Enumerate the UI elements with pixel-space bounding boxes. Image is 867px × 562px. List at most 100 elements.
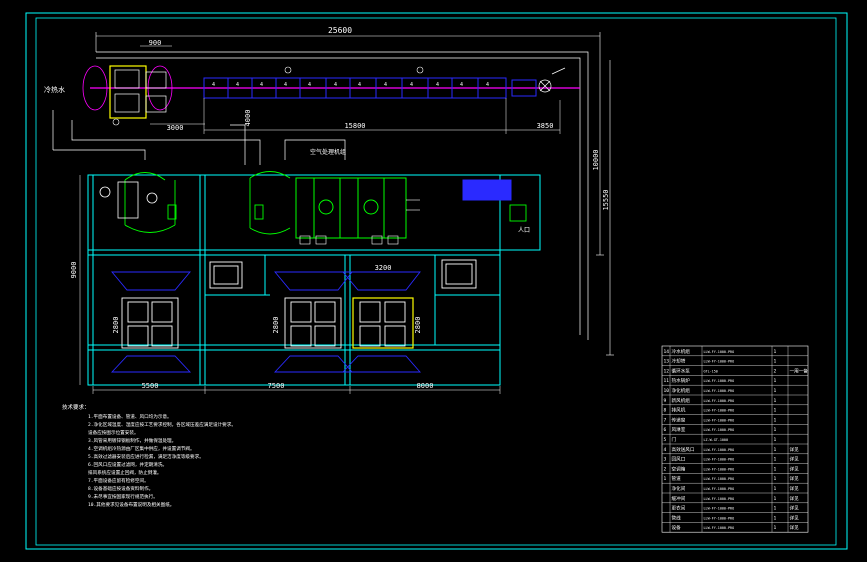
marker-circle-top2 — [416, 66, 424, 74]
table-cell: 详见 — [790, 485, 800, 492]
dim-2800-mid: 2800 — [272, 317, 280, 334]
table-cell: 热水锅炉 — [672, 377, 691, 384]
table-cell: 1 — [774, 359, 777, 365]
dim-15550: 15550 — [602, 189, 610, 210]
note-line: 排风系统应设置止回阀，防止倒灌。 — [88, 469, 162, 476]
svg-text:4: 4 — [308, 82, 311, 88]
table-cell: 1 — [774, 506, 777, 512]
table-cell: LLW-FY-1000-PRO — [704, 467, 735, 471]
table-cell: 1 — [774, 408, 777, 414]
table-cell: 1 — [774, 349, 777, 355]
table-cell: 3 — [664, 457, 667, 463]
table-cell: LLW-FY-1000-PRO — [704, 418, 735, 422]
note-line: 2.净化区域温度、湿度应按工艺要求控制，各区域压差应满足设计要求。 — [88, 421, 236, 428]
table-cell: LLW-FY-1000-PRO — [704, 516, 735, 520]
table-cell: 新风机组 — [672, 397, 691, 404]
table-cell: 传递窗 — [672, 416, 686, 423]
lower-room-2-hepa[interactable] — [284, 297, 342, 349]
note-line: 10.其他要求见设备布置说明及相关图纸。 — [88, 501, 174, 508]
table-cell: 10 — [664, 388, 670, 394]
table-cell: LLW-FY-1000-PRO — [704, 477, 735, 481]
table-cell: LLW-FY-1000-PRO — [704, 428, 735, 432]
table-cell: 详见 — [790, 465, 800, 472]
table-cell: 管道 — [672, 475, 682, 482]
table-cell: 1 — [774, 525, 777, 531]
upper-room-1-dot — [99, 186, 111, 198]
table-cell: 空调箱 — [672, 465, 686, 472]
table-cell: 循环水泵 — [672, 367, 691, 374]
table-cell: 高效送风口 — [672, 446, 695, 453]
table-cell: 详见 — [790, 475, 800, 482]
upper-room-1-dot2 — [146, 192, 158, 204]
note-line: 3.风管采用镀锌钢板制作，并做保温处理。 — [88, 437, 176, 444]
table-cell: 1 — [774, 486, 777, 492]
right-equipment[interactable] — [509, 204, 527, 222]
upper-room-2-equipment[interactable] — [249, 171, 291, 235]
table-cell: 4 — [664, 447, 667, 453]
lower-room-3-hepa[interactable] — [352, 297, 414, 349]
table-cell: 门 — [672, 436, 677, 443]
table-cell: 9 — [664, 398, 667, 404]
table-cell: 冷却塔 — [672, 358, 686, 365]
dim-9000: 9000 — [70, 262, 78, 279]
table-cell: 1 — [774, 457, 777, 463]
pass-box-right[interactable] — [441, 259, 477, 289]
cad-viewport[interactable]: 25600 900 10000 15550 冷热水 3000 4 4 4 4 4… — [0, 0, 867, 562]
svg-text:4: 4 — [410, 82, 413, 88]
table-cell: 8 — [664, 408, 667, 414]
table-cell: 详见 — [790, 514, 800, 521]
table-cell: LLW-FY-1000-PRO — [704, 487, 735, 491]
table-cell: 12 — [664, 368, 670, 374]
svg-text:4: 4 — [284, 82, 287, 88]
table-cell: 设备 — [672, 524, 682, 531]
note-line: 6.回风口应设置过滤网，并定期清洗。 — [88, 461, 167, 468]
lower-room-2-diffusers — [273, 271, 353, 373]
table-cell: GTL-150 — [704, 369, 718, 373]
upper-room-1-cabinet[interactable] — [117, 181, 139, 219]
table-cell: LLW-FY-1000-PRO — [704, 409, 735, 413]
dim-3200: 3200 — [375, 264, 392, 272]
lower-room-3-diffusers — [341, 271, 421, 373]
marker-circle-top — [284, 66, 292, 74]
table-cell: 1 — [774, 515, 777, 521]
table-cell: 净化间 — [672, 485, 686, 492]
note-line: 设备应按图示位置安装。 — [88, 429, 139, 436]
ahu-unit-green[interactable] — [295, 177, 407, 239]
dim-overall-width: 25600 — [328, 26, 352, 35]
table-cell: 风淋室 — [672, 426, 686, 433]
table-cell: 1 — [774, 437, 777, 443]
dimension-mid-row — [203, 98, 561, 134]
dim-3000: 3000 — [167, 124, 184, 132]
dim-5500: 5500 — [142, 382, 159, 390]
svg-text:4: 4 — [236, 82, 239, 88]
svg-text:4: 4 — [436, 82, 439, 88]
pass-box-left[interactable] — [209, 261, 243, 289]
svg-text:4: 4 — [486, 82, 489, 88]
ahu-unit-detail — [299, 199, 420, 245]
table-cell: 更衣间 — [672, 505, 686, 512]
notes-heading: 技术要求： — [62, 403, 90, 411]
table-cell: 缓冲间 — [672, 495, 686, 502]
table-cell: LLW-FY-1000-PRO — [704, 497, 735, 501]
table-cell: 详见 — [790, 495, 800, 502]
corridor-tag: 人口 — [518, 227, 530, 234]
exhaust-fan-blue[interactable] — [462, 179, 512, 201]
table-cell: LZ-W-GT-1000 — [704, 438, 729, 442]
table-cell: 详见 — [790, 524, 800, 531]
table-cell: 净化机组 — [672, 387, 691, 394]
svg-text:4: 4 — [460, 82, 463, 88]
note-line: 1.平面布置设备、管道、风口均为示意。 — [88, 413, 172, 420]
lower-room-1-hepa[interactable] — [121, 297, 179, 349]
table-cell: 1 — [774, 398, 777, 404]
equipment-table: 14 冷水机组 LLW-FY-1000-PRO 113 冷却塔 LLW-FY-1000-P… — [661, 345, 809, 533]
drawing-canvas[interactable]: 25600 900 10000 15550 冷热水 3000 4 4 4 4 4… — [0, 0, 867, 562]
table-cell: LLW-FY-1000-PRO — [704, 507, 735, 511]
table-cell: 回风口 — [672, 457, 686, 463]
table-cell: 1 — [774, 496, 777, 502]
note-line: 4.空调机组冷热源由厂区集中供应，并设置调节阀。 — [88, 445, 195, 452]
table-cell: LLW-FY-1000-PRO — [704, 389, 735, 393]
technical-notes: 技术要求： 1.平面布置设备、管道、风口均为示意。 2.净化区域温度、湿度应按工… — [62, 403, 236, 508]
table-cell: LLW-FY-1000-PRO — [704, 448, 735, 452]
table-cell: 1 — [774, 378, 777, 384]
outdoor-unit-left[interactable] — [82, 65, 173, 126]
